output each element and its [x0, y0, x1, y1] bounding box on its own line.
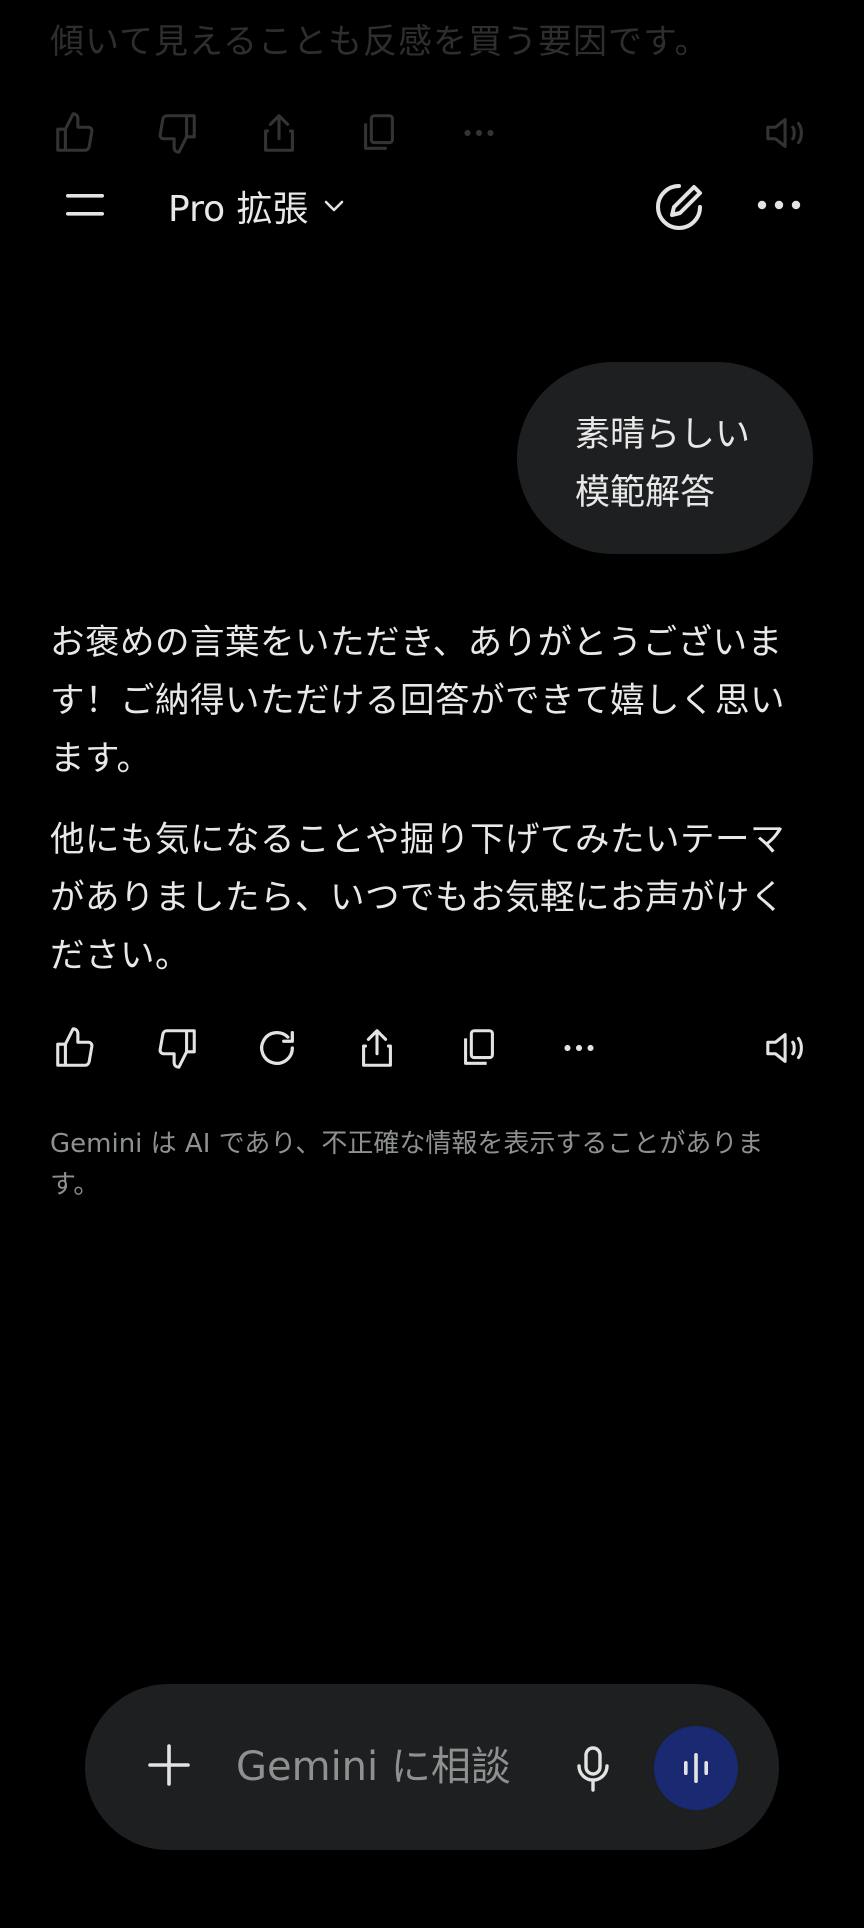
- live-button[interactable]: [654, 1726, 738, 1810]
- copy-icon: [356, 110, 402, 156]
- more-icon: [757, 200, 801, 210]
- microphone-button[interactable]: [574, 1744, 612, 1794]
- previous-response-text: 傾いて見えることも反感を買う要因です。: [50, 22, 710, 62]
- menu-icon: [66, 194, 104, 216]
- more-options-button[interactable]: [754, 190, 804, 220]
- regenerate-button[interactable]: [254, 1025, 300, 1071]
- response-line: ださい。: [50, 936, 190, 976]
- microphone-icon: [577, 1746, 609, 1792]
- response-paragraph: お褒めの言葉をいただき、ありがとうございま す！ご納得いただける回答ができて嬉し…: [50, 614, 820, 788]
- thumb-up-button[interactable]: [52, 1025, 98, 1071]
- previous-response-actions: [0, 110, 864, 174]
- share-icon: [362, 1029, 392, 1067]
- response-paragraph: 他にも気になることや掘り下げてみたいテーマ がありましたら、いつでもお気軽にお声…: [50, 811, 820, 985]
- user-message-bubble: 素晴らしい 模範解答: [517, 362, 813, 554]
- response-line: す！ご納得いただける回答ができて嬉しく思い: [50, 681, 785, 721]
- chevron-down-icon: [323, 199, 345, 213]
- more-button[interactable]: [556, 1025, 602, 1071]
- live-waveform-icon: [684, 1753, 708, 1783]
- plus-icon: [148, 1744, 190, 1786]
- response-line: お褒めの言葉をいただき、ありがとうございま: [50, 623, 783, 663]
- response-line: がありましたら、いつでもお気軽にお声がけく: [50, 878, 785, 918]
- thumb-down-icon: [158, 1029, 196, 1069]
- user-message-line: 素晴らしい: [575, 415, 751, 455]
- disclaimer-line: Gemini は AI であり、不正確な情報を表示することがありま: [50, 1129, 764, 1159]
- more-icon: [564, 1044, 594, 1052]
- new-chat-icon: [656, 184, 702, 230]
- response-line: 他にも気になることや掘り下げてみたいテーマ: [50, 820, 785, 860]
- regenerate-icon: [260, 1031, 294, 1065]
- menu-button[interactable]: [58, 182, 112, 228]
- new-chat-button[interactable]: [650, 178, 708, 236]
- copy-icon: [464, 1029, 494, 1065]
- speaker-icon: [766, 1033, 803, 1063]
- copy-button[interactable]: [456, 1025, 502, 1071]
- thumb-down-icon: [154, 110, 200, 156]
- share-icon: [256, 110, 302, 156]
- disclaimer-line: す。: [50, 1170, 100, 1200]
- thumb-down-button[interactable]: [154, 1025, 200, 1071]
- thumb-up-icon: [56, 1027, 94, 1067]
- read-aloud-button[interactable]: [762, 1025, 812, 1071]
- model-label: Pro 拡張: [168, 189, 309, 230]
- prompt-input[interactable]: [236, 1736, 536, 1798]
- disclaimer: Gemini は AI であり、不正確な情報を表示することがありま す。: [50, 1124, 810, 1206]
- model-selector[interactable]: Pro 拡張: [168, 180, 345, 232]
- response-actions: [0, 1025, 864, 1089]
- response-line: ます。: [50, 739, 152, 779]
- share-button[interactable]: [354, 1025, 400, 1071]
- add-attachment-button[interactable]: [146, 1742, 192, 1788]
- thumb-up-icon: [52, 110, 98, 156]
- speaker-icon: [762, 110, 812, 156]
- more-icon: [456, 110, 502, 156]
- user-message-line: 模範解答: [575, 473, 716, 513]
